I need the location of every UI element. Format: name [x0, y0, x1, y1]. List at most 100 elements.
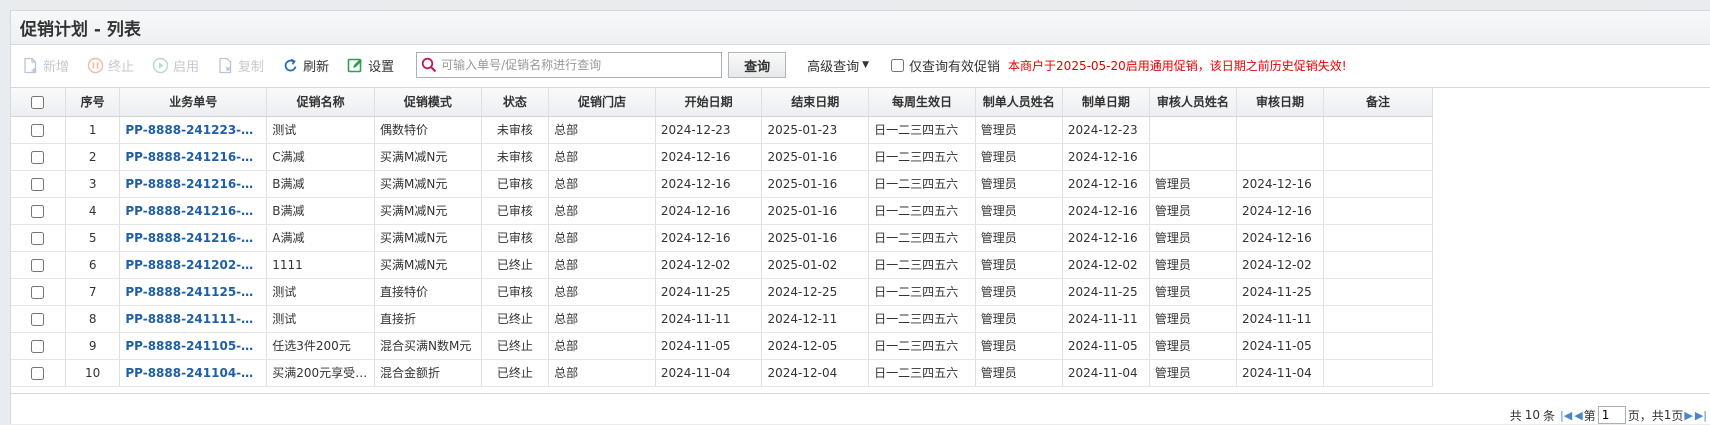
column-header[interactable]: 序号: [65, 88, 121, 117]
query-button[interactable]: 查询: [728, 52, 787, 78]
column-header[interactable]: 促销模式: [374, 88, 482, 117]
table-row[interactable]: 4 PP-8888-241216-0035 B满减 买满M减N元 已审核 总部 2024-1…: [11, 197, 1433, 225]
order-number-link[interactable]: PP-8888-241111-0031: [119, 305, 268, 333]
row-checkbox[interactable]: [31, 123, 45, 137]
table-cell: [1149, 116, 1237, 144]
table-cell: 已终止: [481, 359, 550, 387]
refresh-icon: [282, 57, 299, 74]
column-header[interactable]: 备注: [1323, 88, 1433, 117]
settings-button[interactable]: 设置: [347, 56, 394, 75]
table-cell: 管理员: [975, 197, 1063, 225]
advanced-query-dropdown[interactable]: 高级查询 ▼: [807, 56, 869, 75]
play-icon: [152, 57, 169, 74]
select-all-checkbox[interactable]: [31, 95, 45, 109]
order-number-link[interactable]: PP-8888-241216-0035: [119, 197, 268, 225]
row-select-cell: [11, 224, 66, 252]
table-cell: 已审核: [481, 224, 550, 252]
table-cell: [1236, 143, 1325, 171]
table-cell: 10: [65, 359, 121, 387]
data-grid: 序号 业务单号 促销名称 促销模式 状态 促销门店 开始日期 结束日期 每周生效日 制单人员姓名制…: [11, 87, 1710, 387]
table-row[interactable]: 1 PP-8888-241223-0038 测试 偶数特价 未审核 总部 2024-12-2…: [11, 116, 1433, 144]
table-cell: 未审核: [481, 143, 550, 171]
column-header[interactable]: 促销名称: [266, 88, 376, 117]
row-checkbox[interactable]: [31, 177, 45, 191]
column-header[interactable]: 制单人员姓名: [975, 88, 1063, 117]
column-header[interactable]: 审核人员姓名: [1149, 88, 1237, 117]
table-cell: 2024-12-11: [761, 305, 870, 333]
row-checkbox[interactable]: [31, 258, 45, 272]
table-cell: 2024-11-05: [1236, 332, 1325, 360]
valid-only-checkbox[interactable]: [891, 58, 905, 72]
column-header[interactable]: 结束日期: [761, 88, 870, 117]
column-header[interactable]: 促销门店: [548, 88, 656, 117]
table-cell: 管理员: [975, 305, 1063, 333]
order-number-link[interactable]: PP-8888-241125-0032: [119, 278, 268, 306]
order-number-link[interactable]: PP-8888-241216-0036: [119, 170, 268, 198]
table-cell: 管理员: [975, 170, 1063, 198]
table-cell: 2024-12-16: [1062, 170, 1150, 198]
enable-button[interactable]: 启用: [152, 56, 199, 75]
order-number-link[interactable]: PP-8888-241104-0029: [119, 359, 268, 387]
order-number-link[interactable]: PP-8888-241202-0033: [119, 251, 268, 279]
column-header[interactable]: 制单日期: [1062, 88, 1150, 117]
column-header[interactable]: 审核日期: [1236, 88, 1325, 117]
row-checkbox[interactable]: [31, 285, 45, 299]
table-cell: 2024-11-04: [1236, 359, 1325, 387]
add-button-label: 新增: [43, 59, 70, 75]
table-cell: 直接折: [374, 305, 482, 333]
table-cell: 8: [65, 305, 121, 333]
table-row[interactable]: 5 PP-8888-241216-0034 A满减 买满M减N元 已审核 总部 2024-1…: [11, 224, 1433, 252]
row-checkbox[interactable]: [31, 231, 45, 245]
table-row[interactable]: 6 PP-8888-241202-0033 1111 买满M减N元 已终止 总部 2024-…: [11, 251, 1433, 279]
table-cell: 2024-12-02: [1236, 251, 1325, 279]
row-checkbox[interactable]: [31, 312, 45, 326]
table-row[interactable]: 8 PP-8888-241111-0031 测试 直接折 已终止 总部 2024-11-11…: [11, 305, 1433, 333]
table-cell: 2024-12-16: [655, 197, 763, 225]
row-select-cell: [11, 116, 66, 144]
order-number-link[interactable]: PP-8888-241216-0034: [119, 224, 268, 252]
pager-page-prefix: 第: [1583, 408, 1596, 423]
table-row[interactable]: 3 PP-8888-241216-0036 B满减 买满M减N元 已审核 总部 2024-1…: [11, 170, 1433, 198]
table-cell: 直接特价: [374, 278, 482, 306]
table-cell: 总部: [548, 278, 656, 306]
table-row[interactable]: 10 PP-8888-241104-0029 买满200元享受9... 混合金额折 已终…: [11, 359, 1433, 387]
table-cell: 管理员: [1149, 305, 1237, 333]
column-header[interactable]: 每周生效日: [868, 88, 976, 117]
table-row[interactable]: 7 PP-8888-241125-0032 测试 直接特价 已审核 总部 2024-11-2…: [11, 278, 1433, 306]
table-cell: 总部: [548, 143, 656, 171]
last-page-icon[interactable]: ▶|: [1695, 409, 1707, 422]
valid-only-toggle[interactable]: 仅查询有效促销: [891, 56, 1000, 75]
copy-button-label: 复制: [238, 59, 265, 75]
table-cell: 6: [65, 251, 121, 279]
refresh-button[interactable]: 刷新: [282, 56, 329, 75]
table-cell: 管理员: [1149, 251, 1237, 279]
column-header[interactable]: 开始日期: [655, 88, 763, 117]
search-input[interactable]: [437, 57, 722, 73]
row-checkbox[interactable]: [31, 150, 45, 164]
terminate-button[interactable]: 终止: [87, 56, 134, 75]
column-header[interactable]: 状态: [481, 88, 550, 117]
first-page-icon[interactable]: |◀: [1560, 409, 1572, 422]
order-number-link[interactable]: PP-8888-241223-0038: [119, 116, 268, 144]
table-cell: 管理员: [975, 278, 1063, 306]
table-cell: 买满M减N元: [374, 143, 482, 171]
order-number-link[interactable]: PP-8888-241105-0030: [119, 332, 268, 360]
table-row[interactable]: 9 PP-8888-241105-0030 任选3件200元 混合买满N数M元 已终止总…: [11, 332, 1433, 360]
column-header[interactable]: 业务单号: [119, 88, 268, 117]
row-checkbox[interactable]: [31, 204, 45, 218]
add-button[interactable]: 新增: [22, 56, 69, 75]
row-select-cell: [11, 170, 66, 198]
table-cell: 2024-12-16: [655, 224, 763, 252]
page-number-input[interactable]: [1597, 406, 1626, 424]
copy-button[interactable]: 复制: [217, 56, 264, 75]
row-checkbox[interactable]: [31, 339, 45, 353]
table-cell: [1323, 224, 1433, 252]
prev-page-icon[interactable]: ◀: [1574, 409, 1582, 422]
table-cell: 已终止: [481, 332, 550, 360]
next-page-icon[interactable]: ▶: [1684, 409, 1692, 422]
table-cell: 日一二三四五六: [868, 332, 976, 360]
row-checkbox[interactable]: [31, 366, 45, 380]
order-number-link[interactable]: PP-8888-241216-0037: [119, 143, 268, 171]
table-cell: 2024-11-25: [1062, 278, 1150, 306]
table-row[interactable]: 2 PP-8888-241216-0037 C满减 买满M减N元 未审核 总部 2024-1…: [11, 143, 1433, 171]
